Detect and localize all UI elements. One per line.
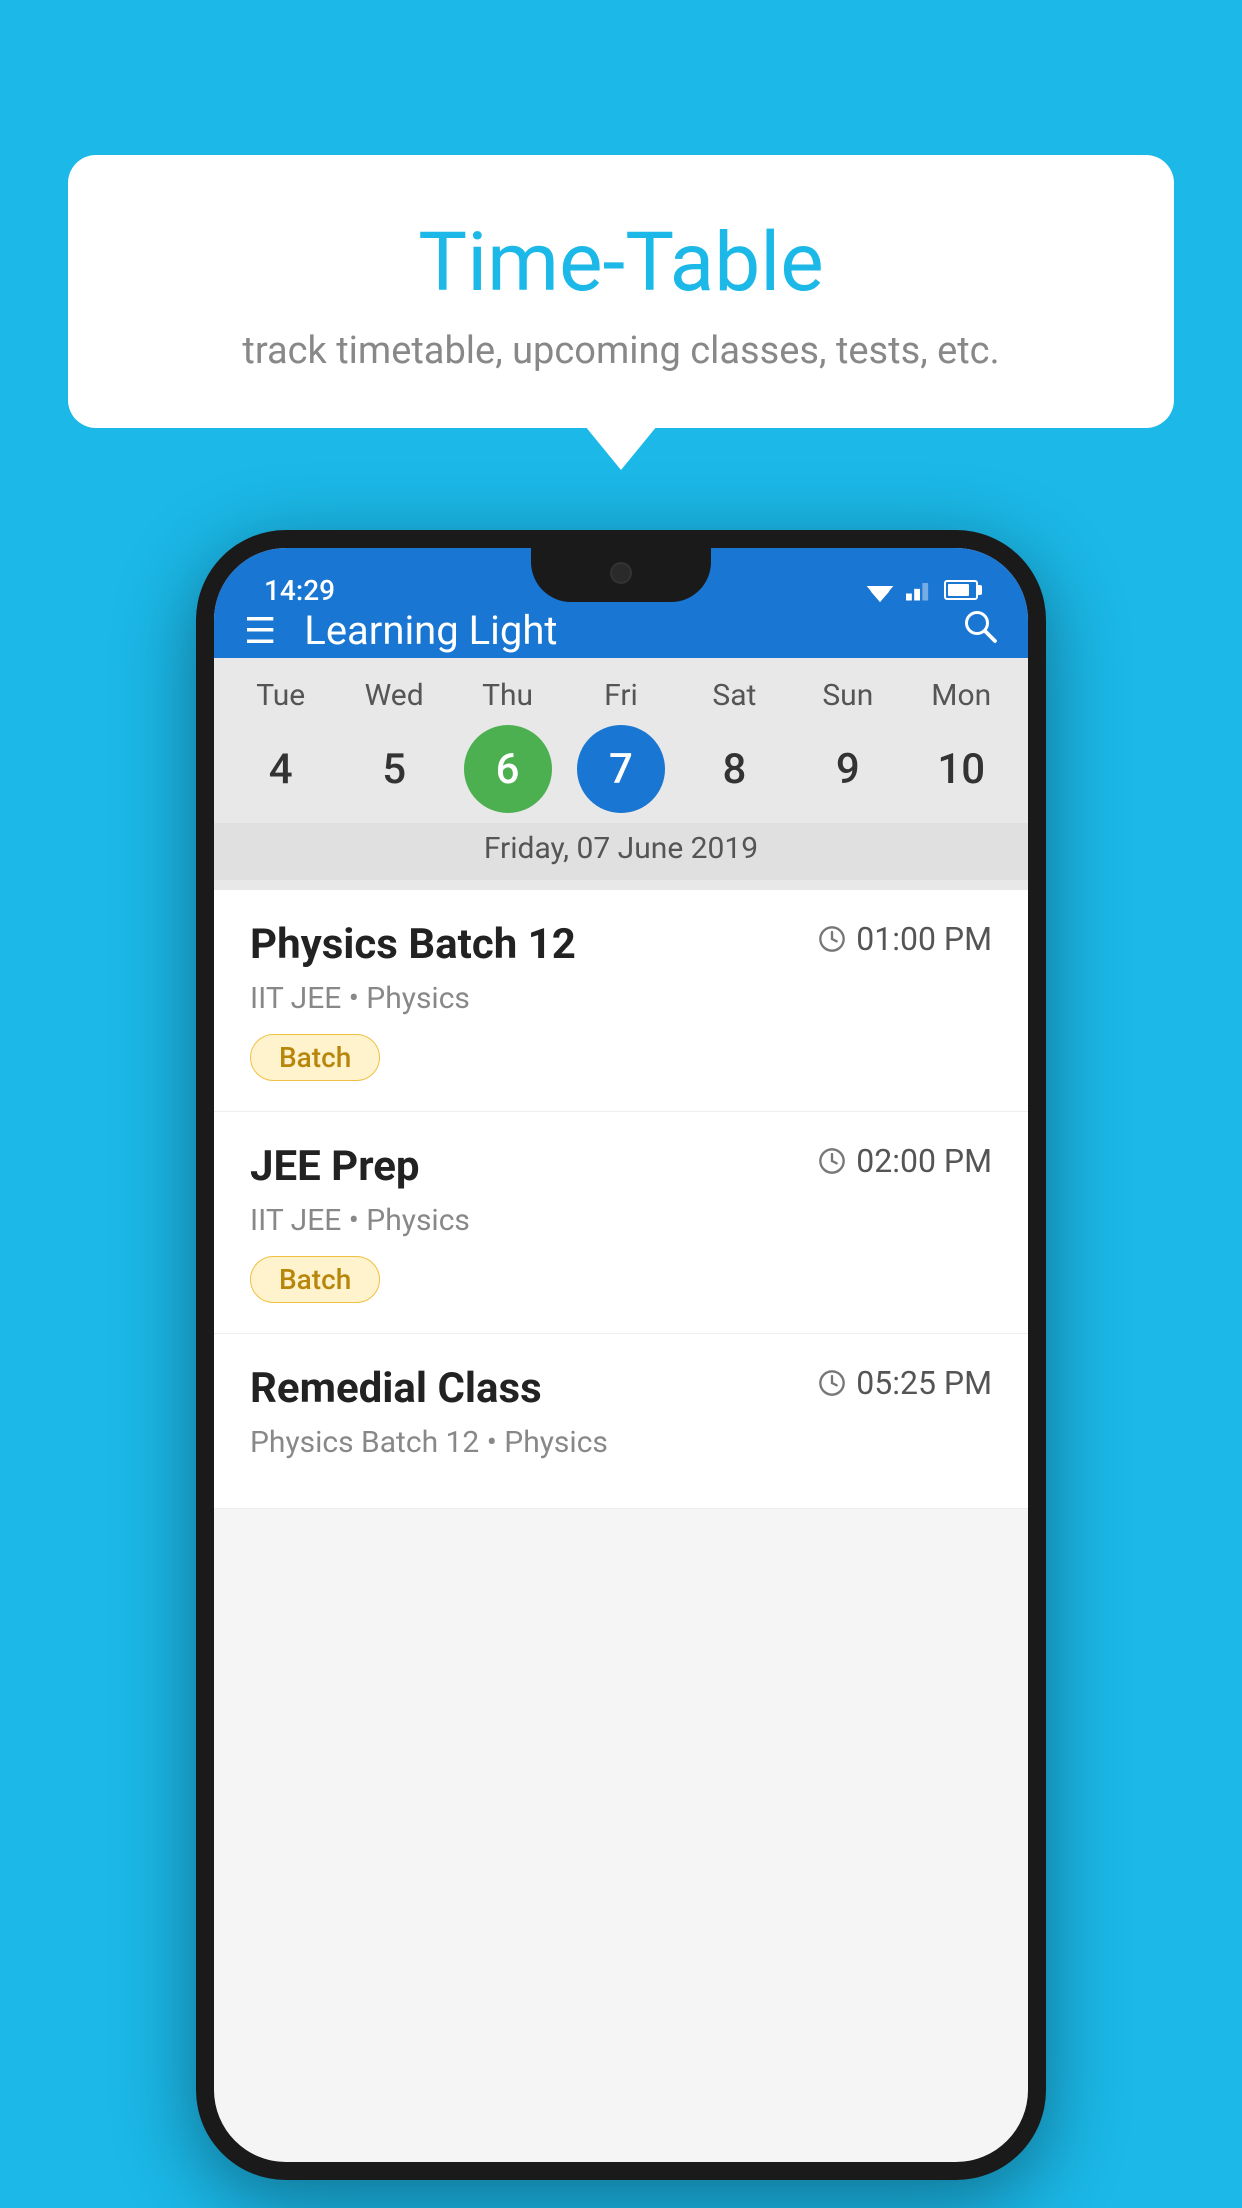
hamburger-icon[interactable]: ☰ — [244, 613, 276, 649]
signal-icon — [906, 578, 934, 602]
selected-date-label: Friday, 07 June 2019 — [214, 823, 1028, 880]
phone-mockup: 14:29 — [196, 530, 1046, 2180]
date-10[interactable]: 10 — [917, 725, 1005, 813]
day-label-mon: Mon — [911, 678, 1011, 713]
phone-frame: 14:29 — [196, 530, 1046, 2180]
list-item[interactable]: Physics Batch 12 01:00 PM IIT JEE • Phys… — [214, 890, 1028, 1112]
bubble-title: Time-Table — [118, 215, 1124, 311]
batch-tag: Batch — [250, 1256, 380, 1303]
speech-bubble-container: Time-Table track timetable, upcoming cla… — [68, 155, 1174, 428]
week-days-header: Tue Wed Thu Fri Sat Sun Mon — [214, 678, 1028, 713]
batch-tag: Batch — [250, 1034, 380, 1081]
list-item[interactable]: Remedial Class 05:25 PM Physics Batch 12… — [214, 1334, 1028, 1509]
day-label-fri: Fri — [571, 678, 671, 713]
schedule-list: Physics Batch 12 01:00 PM IIT JEE • Phys… — [214, 890, 1028, 1509]
schedule-item-header: Remedial Class 05:25 PM — [250, 1364, 992, 1413]
search-icon[interactable] — [962, 608, 998, 653]
schedule-item-time: 02:00 PM — [818, 1142, 992, 1180]
schedule-item-meta: Physics Batch 12 • Physics — [250, 1425, 992, 1460]
schedule-item-time: 01:00 PM — [818, 920, 992, 958]
day-label-thu: Thu — [458, 678, 558, 713]
app-title: Learning Light — [304, 607, 962, 654]
bubble-subtitle: track timetable, upcoming classes, tests… — [118, 329, 1124, 373]
status-icons — [864, 578, 978, 602]
schedule-item-meta: IIT JEE • Physics — [250, 981, 992, 1016]
date-5[interactable]: 5 — [350, 725, 438, 813]
list-item[interactable]: JEE Prep 02:00 PM IIT JEE • Physics Batc… — [214, 1112, 1028, 1334]
date-8[interactable]: 8 — [690, 725, 778, 813]
day-label-wed: Wed — [344, 678, 444, 713]
phone-screen: 14:29 — [214, 548, 1028, 2162]
schedule-item-header: Physics Batch 12 01:00 PM — [250, 920, 992, 969]
schedule-item-meta: IIT JEE • Physics — [250, 1203, 992, 1238]
calendar-week: Tue Wed Thu Fri Sat Sun Mon 4 5 6 7 8 9 … — [214, 658, 1028, 890]
day-label-sat: Sat — [684, 678, 784, 713]
clock-icon — [818, 925, 846, 953]
status-time: 14:29 — [264, 574, 335, 607]
clock-icon — [818, 1369, 846, 1397]
date-6-today[interactable]: 6 — [464, 725, 552, 813]
day-label-tue: Tue — [231, 678, 331, 713]
schedule-item-header: JEE Prep 02:00 PM — [250, 1142, 992, 1191]
status-bar: 14:29 — [264, 566, 978, 614]
battery-icon — [944, 580, 978, 600]
date-7-selected[interactable]: 7 — [577, 725, 665, 813]
schedule-item-time: 05:25 PM — [818, 1364, 992, 1402]
day-label-sun: Sun — [798, 678, 898, 713]
schedule-item-name: Remedial Class — [250, 1364, 542, 1413]
clock-icon — [818, 1147, 846, 1175]
wifi-icon — [864, 578, 896, 602]
date-4[interactable]: 4 — [237, 725, 325, 813]
week-dates: 4 5 6 7 8 9 10 — [214, 725, 1028, 813]
schedule-item-name: JEE Prep — [250, 1142, 420, 1191]
date-9[interactable]: 9 — [804, 725, 892, 813]
speech-bubble: Time-Table track timetable, upcoming cla… — [68, 155, 1174, 428]
schedule-item-name: Physics Batch 12 — [250, 920, 576, 969]
